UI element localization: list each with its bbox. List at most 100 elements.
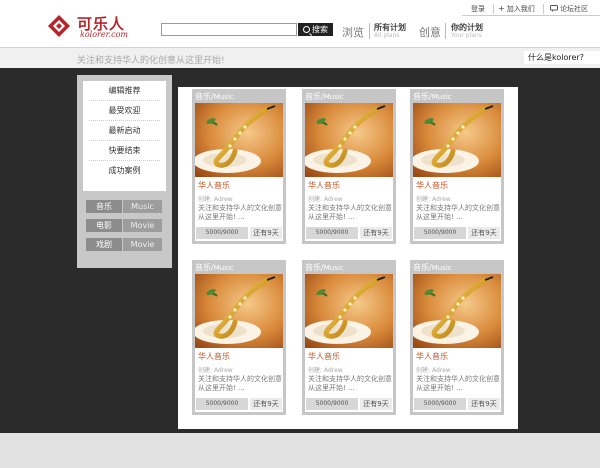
card-description: 关注和支持华人的文化创意从这里开始! ...	[198, 204, 282, 221]
category-drama[interactable]: 戏剧 Movie	[86, 238, 162, 251]
card-creator-name: Adrew	[323, 367, 343, 374]
card-category: 音乐/Music	[305, 92, 344, 101]
forum-link[interactable]: 论坛社区	[550, 3, 588, 14]
tagline-bar: 关注和支持华人的化创意从这里开始!	[0, 48, 600, 68]
site-header: 可乐人 kolorer.com 登录 + 加入我们 论坛社区 搜索 浏览 所有计…	[0, 0, 600, 48]
card-title[interactable]: 华人音乐	[198, 351, 230, 362]
card-category-cn: 音乐	[305, 263, 321, 272]
nav-all-plans-cn: 所有计划	[374, 23, 406, 32]
divider	[493, 4, 494, 14]
card-creator-label: 创建:	[416, 367, 431, 374]
card-category-cn: 音乐	[195, 263, 211, 272]
card-body: 华人音乐 创建: Adrew 关注和支持华人的文化创意从这里开始! ... 50…	[413, 103, 501, 241]
nav-all-plans-en: All plans	[374, 32, 400, 39]
card-funding-progress: 5000/9000	[414, 398, 466, 410]
card-title[interactable]: 华人音乐	[416, 351, 448, 362]
nav-your-plans-en: Your plans	[451, 32, 482, 39]
card-creator: 创建: Adrew	[416, 365, 451, 374]
nav-your-plans-cn: 你的计划	[451, 23, 483, 32]
card-title[interactable]: 华人音乐	[308, 180, 340, 191]
card-creator-label: 创建:	[308, 196, 323, 203]
card-category-cn: 音乐	[305, 92, 321, 101]
card-category: 音乐/Music	[413, 92, 452, 101]
card-days-left: 还有9天	[360, 398, 392, 410]
forum-label: 论坛社区	[560, 4, 588, 13]
card-description: 关注和支持华人的文化创意从这里开始! ...	[198, 375, 282, 392]
project-card[interactable]: 音乐/Music 华人音乐 创建: Adrew 关注和支持华人的文化创意从这里开…	[192, 260, 286, 415]
card-category: 音乐/Music	[195, 92, 234, 101]
card-description: 关注和支持华人的文化创意从这里开始! ...	[416, 204, 500, 221]
nav-your-plans[interactable]: 你的计划 Your plans	[451, 23, 483, 40]
card-creator-label: 创建:	[416, 196, 431, 203]
project-card[interactable]: 音乐/Music 华人音乐 创建: Adrew 关注和支持华人的文化创意从这里开…	[410, 260, 504, 415]
card-body: 华人音乐 创建: Adrew 关注和支持华人的文化创意从这里开始! ... 50…	[413, 274, 501, 412]
category-label-en: Music	[123, 200, 162, 213]
card-category-en: Music	[213, 93, 234, 101]
plus-icon: +	[498, 4, 505, 13]
nav-browse[interactable]: 浏览	[342, 24, 364, 40]
card-category-en: Music	[323, 93, 344, 101]
card-days-left: 还有9天	[250, 398, 282, 410]
sidebar-item-editor-picks[interactable]: 编辑推荐	[89, 81, 160, 101]
card-title[interactable]: 华人音乐	[416, 180, 448, 191]
saxophone-image[interactable]	[195, 103, 283, 177]
card-category-cn: 音乐	[413, 92, 429, 101]
join-us-label: 加入我们	[506, 4, 535, 13]
project-card[interactable]: 音乐/Music 华人音乐 创建: Adrew 关注和支持华人的文化创意从这里开…	[192, 89, 286, 244]
card-creator-name: Adrew	[431, 367, 451, 374]
card-category-en: Music	[431, 264, 452, 272]
card-description: 关注和支持华人的文化创意从这里开始! ...	[308, 375, 392, 392]
card-category-en: Music	[213, 264, 234, 272]
sidebar-item-success-stories[interactable]: 成功案例	[89, 161, 160, 180]
card-funding-progress: 5000/9000	[306, 227, 358, 239]
card-title[interactable]: 华人音乐	[308, 351, 340, 362]
card-category: 音乐/Music	[305, 263, 344, 272]
card-creator-name: Adrew	[323, 196, 343, 203]
sidebar-item-ending-soon[interactable]: 快要结束	[89, 141, 160, 161]
card-description: 关注和支持华人的文化创意从这里开始! ...	[416, 375, 500, 392]
card-category-cn: 音乐	[413, 263, 429, 272]
sidebar: 编辑推荐 最受欢迎 最新启动 快要结束 成功案例 音乐 Music 电影 Mov…	[77, 75, 172, 268]
card-funding-progress: 5000/9000	[306, 398, 358, 410]
project-card[interactable]: 音乐/Music 华人音乐 创建: Adrew 关注和支持华人的文化创意从这里开…	[302, 89, 396, 244]
sidebar-item-most-popular[interactable]: 最受欢迎	[89, 101, 160, 121]
sidebar-menu: 编辑推荐 最受欢迎 最新启动 快要结束 成功案例	[83, 81, 166, 191]
search-input[interactable]	[161, 23, 297, 36]
saxophone-image[interactable]	[305, 103, 393, 177]
project-card[interactable]: 音乐/Music 华人音乐 创建: Adrew 关注和支持华人的文化创意从这里开…	[410, 89, 504, 244]
search-button[interactable]: 搜索	[298, 23, 333, 36]
join-us-link[interactable]: + 加入我们	[498, 3, 535, 14]
card-days-left: 还有9天	[468, 227, 500, 239]
saxophone-image[interactable]	[413, 103, 501, 177]
login-link[interactable]: 登录	[471, 3, 485, 14]
nav-all-plans[interactable]: 所有计划 All plans	[374, 23, 406, 40]
card-creator: 创建: Adrew	[416, 194, 451, 203]
divider	[445, 23, 446, 39]
card-body: 华人音乐 创建: Adrew 关注和支持华人的文化创意从这里开始! ... 50…	[195, 274, 283, 412]
category-music[interactable]: 音乐 Music	[86, 200, 162, 213]
nav-create[interactable]: 创意	[419, 24, 441, 40]
card-days-left: 还有9天	[250, 227, 282, 239]
brand-name-en[interactable]: kolorer.com	[80, 30, 128, 39]
card-funding-progress: 5000/9000	[414, 227, 466, 239]
sidebar-item-newest[interactable]: 最新启动	[89, 121, 160, 141]
project-grid: 音乐/Music 华人音乐 创建: Adrew 关注和支持华人的文化创意从这里开…	[178, 87, 518, 429]
chat-icon	[550, 5, 558, 12]
card-category-cn: 音乐	[195, 92, 211, 101]
category-label-cn: 戏剧	[86, 238, 122, 251]
top-links-divider	[462, 15, 600, 16]
card-creator-name: Adrew	[213, 367, 233, 374]
tagline-text: 关注和支持华人的化创意从这里开始!	[77, 56, 225, 66]
saxophone-image[interactable]	[413, 274, 501, 348]
site-footer	[0, 433, 600, 468]
card-creator: 创建: Adrew	[198, 365, 233, 374]
saxophone-image[interactable]	[305, 274, 393, 348]
card-title[interactable]: 华人音乐	[198, 180, 230, 191]
saxophone-image[interactable]	[195, 274, 283, 348]
what-is-kolorer-link[interactable]: 什么是kolorer?	[524, 51, 600, 64]
category-movie[interactable]: 电影 Movie	[86, 219, 162, 232]
card-creator: 创建: Adrew	[198, 194, 233, 203]
project-card[interactable]: 音乐/Music 华人音乐 创建: Adrew 关注和支持华人的文化创意从这里开…	[302, 260, 396, 415]
card-days-left: 还有9天	[360, 227, 392, 239]
kolorer-logo-icon[interactable]	[47, 14, 71, 38]
